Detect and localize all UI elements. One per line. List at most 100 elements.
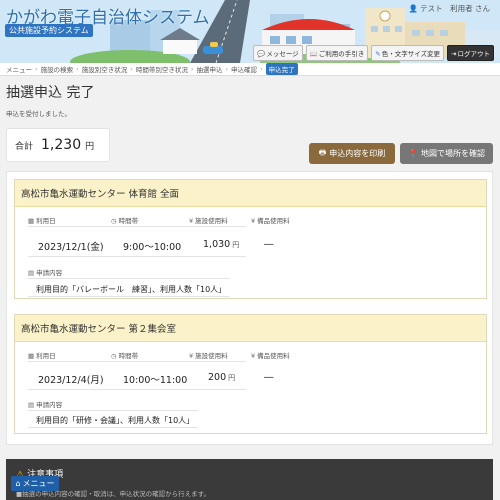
- card-facility-title: 高松市亀水運動センター 体育館 全面: [15, 180, 486, 207]
- logout-icon: ⇥: [451, 50, 457, 58]
- date-label: ▦ 利用日: [28, 350, 56, 360]
- equipment-value: ―: [264, 239, 274, 250]
- comment-icon: 💬: [257, 50, 266, 58]
- equipment-label: ¥ 備品使用料: [251, 215, 290, 225]
- time-value: 10:00～11:00: [123, 375, 188, 386]
- book-icon: 📖: [309, 50, 318, 58]
- date-value: 2023/12/4(月): [38, 375, 104, 386]
- calendar-icon: ▦: [28, 352, 35, 360]
- reservation-card: 高松市亀水運動センター 体育館 全面 ▦ 利用日 ◷ 時間帯 ¥ 施設使用料 ¥ 備品使…: [14, 179, 487, 299]
- date-label-text: 利用日: [36, 352, 56, 360]
- logout-button[interactable]: ⇥ログアウト: [447, 45, 494, 61]
- breadcrumb-item-time-availability[interactable]: 時間帯別空き状況: [136, 64, 188, 74]
- card-facility-title: 高松市亀水運動センター 第２集会室: [15, 315, 486, 342]
- map-button[interactable]: 📍 地図で場所を確認: [400, 143, 493, 164]
- divider: [28, 296, 230, 297]
- content-value: 利用目的「バレーボール 練習」、利用人数「10人」: [36, 285, 227, 294]
- date-value: 2023/12/1(金): [38, 242, 104, 253]
- breadcrumb: メニュー › 施設の検索 › 施設別空き状況 › 時間帯別空き状況 › 抽選申込…: [0, 63, 500, 76]
- app-subtitle: 公共施設予約システム: [5, 24, 93, 37]
- content-label-text: 申請内容: [36, 269, 63, 277]
- chevron-right-icon: ›: [35, 65, 38, 73]
- breadcrumb-item-confirm[interactable]: 申込確認: [231, 64, 257, 74]
- equipment-value: ―: [264, 372, 274, 383]
- equipment-label: ¥ 備品使用料: [251, 350, 290, 360]
- notice-box: ⚠ 注意事項 ■抽選の申込内容の確認・取消は、申込状況の確認から行えます。: [6, 459, 493, 500]
- fee-label: ¥ 施設使用料: [189, 350, 228, 360]
- document-icon: ▤: [28, 269, 35, 277]
- header-buttons: 💬メッセージ 📖ご利用の手引き ✎色・文字サイズ変更 ⇥ログアウト: [253, 45, 494, 61]
- equipment-label-text: 備品使用料: [257, 217, 290, 225]
- brush-icon: ✎: [375, 50, 381, 58]
- content-value: 利用目的「研修・会議」、利用人数「10人」: [36, 416, 195, 425]
- guide-label: ご利用の手引き: [318, 50, 365, 58]
- chevron-right-icon: ›: [225, 65, 229, 73]
- fee-value: 1,030 円: [203, 239, 239, 250]
- content-label: ▤ 申請内容: [28, 267, 62, 277]
- divider: [28, 361, 246, 362]
- divider: [28, 389, 246, 390]
- menu-button[interactable]: ⌂ メニュー: [11, 476, 59, 491]
- fee-label: ¥ 施設使用料: [189, 215, 228, 225]
- divider: [28, 410, 198, 411]
- fee-unit: 円: [232, 241, 240, 249]
- divider: [28, 278, 230, 279]
- chevron-right-icon: ›: [76, 65, 79, 73]
- chevron-right-icon: ›: [260, 65, 263, 73]
- calendar-icon: ▦: [28, 217, 35, 225]
- divider: [28, 226, 246, 227]
- logout-label: ログアウト: [457, 50, 491, 58]
- time-value: 9:00～10:00: [123, 242, 182, 253]
- fee-label-text: 施設使用料: [195, 352, 228, 360]
- total-box: 合計 1,230 円: [6, 128, 110, 162]
- yen-icon: ¥: [251, 217, 256, 225]
- user-info: 👤 テスト 利用者 さん: [409, 3, 490, 14]
- document-icon: ▤: [28, 401, 35, 409]
- yen-icon: ¥: [189, 352, 194, 360]
- breadcrumb-item-complete: 申込完了: [265, 63, 298, 75]
- user-name: テスト 利用者 さん: [420, 4, 490, 13]
- print-button[interactable]: 🖶 申込内容を印刷: [309, 143, 395, 164]
- date-label-text: 利用日: [36, 217, 56, 225]
- total-value: 1,230: [41, 137, 82, 153]
- breadcrumb-item-facility-availability[interactable]: 施設別空き状況: [82, 64, 128, 74]
- yen-icon: ¥: [251, 352, 256, 360]
- font-color-label: 色・文字サイズ変更: [381, 50, 441, 58]
- breadcrumb-item-lottery[interactable]: 抽選申込: [196, 64, 222, 74]
- time-label: ◷ 時間帯: [111, 215, 138, 225]
- time-label-text: 時間帯: [118, 352, 139, 360]
- date-label: ▦ 利用日: [28, 215, 56, 225]
- printer-icon: 🖶: [318, 147, 327, 157]
- reservation-card: 高松市亀水運動センター 第２集会室 ▦ 利用日 ◷ 時間帯 ¥ 施設使用料 ¥ 備品使用…: [14, 314, 487, 434]
- print-label: 申込内容を印刷: [329, 149, 386, 158]
- map-marker-icon: 📍: [408, 149, 418, 158]
- font-color-button[interactable]: ✎色・文字サイズ変更: [371, 45, 445, 61]
- time-label: ◷ 時間帯: [111, 350, 138, 360]
- guide-button[interactable]: 📖ご利用の手引き: [305, 45, 369, 61]
- total-unit: 円: [85, 141, 95, 152]
- page-title: 抽選申込 完了: [6, 85, 95, 101]
- message-button[interactable]: 💬メッセージ: [253, 45, 303, 61]
- clock-icon: ◷: [111, 352, 117, 360]
- breadcrumb-item-menu[interactable]: メニュー: [6, 64, 32, 74]
- breadcrumb-item-search[interactable]: 施設の検索: [41, 64, 74, 74]
- equipment-label-text: 備品使用料: [257, 352, 290, 360]
- yen-icon: ¥: [189, 217, 194, 225]
- user-icon: 👤: [408, 4, 419, 13]
- fee-amount: 200: [208, 372, 227, 383]
- fee-label-text: 施設使用料: [195, 217, 228, 225]
- content-label: ▤ 申請内容: [28, 399, 62, 409]
- message-label: メッセージ: [266, 50, 299, 58]
- clock-icon: ◷: [111, 217, 117, 225]
- divider: [28, 256, 246, 257]
- menu-label: メニュー: [22, 479, 55, 488]
- fee-unit: 円: [228, 374, 236, 382]
- total-label: 合計: [15, 141, 34, 152]
- time-label-text: 時間帯: [118, 217, 139, 225]
- site-header: かがわ電子自治体システム 公共施設予約システム 👤 テスト 利用者 さん 💬メッセ…: [0, 0, 500, 63]
- fee-amount: 1,030: [203, 239, 231, 250]
- divider: [28, 427, 198, 428]
- home-icon: ⌂: [15, 479, 21, 488]
- chevron-right-icon: ›: [190, 65, 194, 73]
- content-label-text: 申請内容: [36, 401, 63, 409]
